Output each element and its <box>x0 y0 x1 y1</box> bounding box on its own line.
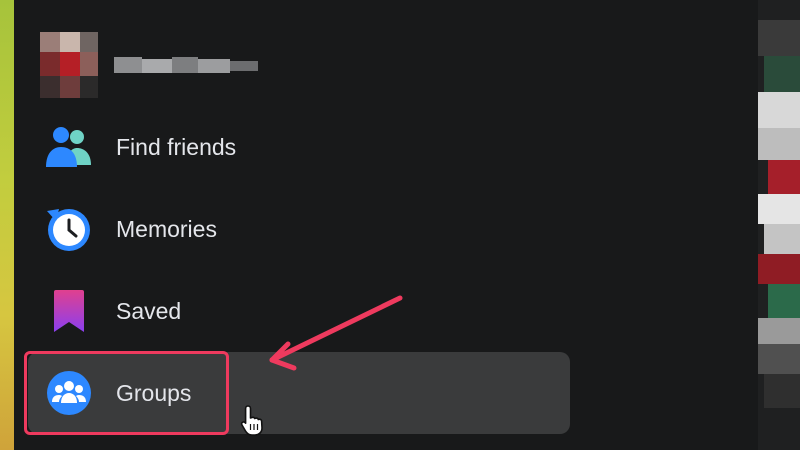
window-edge-left <box>0 0 14 450</box>
hand-cursor-icon <box>240 405 263 436</box>
menu-item-find-friends[interactable]: Find friends <box>28 106 570 188</box>
clock-icon <box>44 204 94 254</box>
menu-item-label: Find friends <box>116 133 237 160</box>
friends-icon <box>44 122 94 172</box>
profile-row[interactable] <box>40 32 258 98</box>
menu-item-label: Memories <box>116 215 217 242</box>
annotation-highlight-box <box>24 351 229 435</box>
menu-item-memories[interactable]: Memories <box>28 188 570 270</box>
menu-item-label: Saved <box>116 297 182 324</box>
profile-name-redacted <box>114 53 258 77</box>
bookmark-icon <box>44 286 94 336</box>
menu-item-saved[interactable]: Saved <box>28 270 570 352</box>
background-content-redacted <box>758 0 800 450</box>
avatar[interactable] <box>40 32 98 98</box>
